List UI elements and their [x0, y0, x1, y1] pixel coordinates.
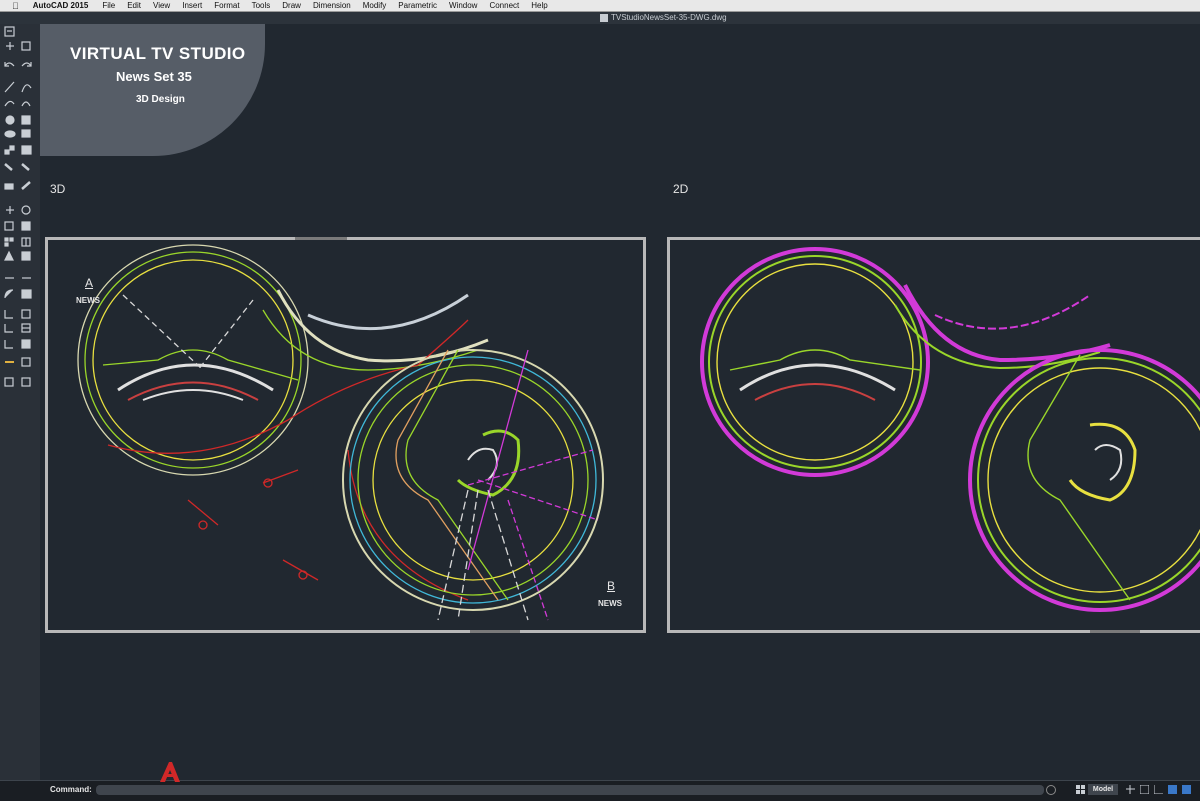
redo-icon[interactable]: [21, 62, 32, 67]
polar-icon[interactable]: [1168, 785, 1177, 794]
undo-icon[interactable]: [4, 62, 15, 67]
scale-tool-icon[interactable]: [21, 251, 31, 261]
arc-tool-icon[interactable]: [21, 84, 32, 93]
menu-file[interactable]: File: [102, 1, 115, 10]
move-tool-icon[interactable]: [6, 206, 14, 214]
menu-modify[interactable]: Modify: [363, 1, 387, 10]
menu-insert[interactable]: Insert: [182, 1, 202, 10]
array-tool-icon[interactable]: [4, 237, 14, 247]
menu-format[interactable]: Format: [214, 1, 239, 10]
model-tab[interactable]: Model: [1088, 784, 1118, 795]
sphere-tool-icon[interactable]: [5, 115, 15, 125]
marker-a-label: NEWS: [76, 296, 100, 305]
plan-drawing-2d: [700, 247, 1200, 612]
viewport-2d-bottom-tab: [1090, 630, 1140, 633]
layout-grid-icon[interactable]: [1076, 785, 1085, 794]
menu-connect[interactable]: Connect: [489, 1, 519, 10]
viewport-3d[interactable]: A NEWS B NEWS: [45, 237, 646, 633]
menu-tools[interactable]: Tools: [252, 1, 271, 10]
box-tool-icon[interactable]: [21, 129, 31, 138]
view-label-3d: 3D: [50, 182, 66, 196]
mirror-tool-icon[interactable]: [21, 221, 31, 231]
cone-tool-icon[interactable]: [4, 250, 14, 261]
wedge-tool-icon[interactable]: [21, 145, 32, 155]
chamfer-tool-icon[interactable]: [21, 289, 32, 299]
fill-tool-icon[interactable]: [21, 163, 30, 171]
overlay-title: VIRTUAL TV STUDIO: [70, 44, 246, 63]
document-tab[interactable]: TVStudioNewsSet-35-DWG.dwg: [600, 13, 727, 22]
overlay-tagline: 3D Design: [136, 94, 185, 105]
block-tool-icon[interactable]: [21, 309, 31, 319]
table-tool-icon[interactable]: [21, 323, 31, 333]
menu-bar:  AutoCAD 2015 File Edit View Insert For…: [0, 0, 1200, 12]
command-label: Command:: [50, 785, 92, 794]
overlay-subtitle: News Set 35: [116, 69, 192, 84]
viewport-2d[interactable]: [667, 237, 1200, 633]
select-tool-icon[interactable]: [4, 26, 15, 37]
drawing-area[interactable]: VIRTUAL TV STUDIO News Set 35 3D Design …: [40, 24, 1200, 780]
marker-b-letter: B: [607, 579, 616, 593]
menu-dimension[interactable]: Dimension: [313, 1, 351, 10]
grid-tool-icon[interactable]: [21, 237, 31, 247]
surface-tool-icon[interactable]: [21, 115, 31, 125]
tool-palette-icons: [4, 26, 32, 387]
rotate-tool-icon[interactable]: [21, 205, 31, 215]
menu-help[interactable]: Help: [531, 1, 547, 10]
pyramid-tool-icon[interactable]: [4, 145, 15, 155]
ellipse-tool-icon[interactable]: [4, 130, 16, 138]
spline-tool-icon[interactable]: [21, 101, 31, 107]
document-title: TVStudioNewsSet-35-DWG.dwg: [611, 13, 727, 22]
command-history-icon[interactable]: [1046, 785, 1056, 795]
marker-a-letter: A: [85, 276, 94, 290]
trim-tool-icon[interactable]: [21, 181, 31, 190]
view-tool-icon[interactable]: [4, 377, 14, 387]
viewport-3d-bottom-tab: [470, 630, 520, 633]
snap-icon[interactable]: [1126, 785, 1135, 794]
osnap-icon[interactable]: [1182, 785, 1191, 794]
command-input[interactable]: [96, 785, 1044, 795]
menu-parametric[interactable]: Parametric: [398, 1, 437, 10]
line-tool-icon[interactable]: [4, 81, 15, 93]
dwg-file-icon: [600, 13, 608, 22]
properties-tool-icon[interactable]: [21, 377, 31, 387]
tool-palette: [0, 24, 41, 780]
measure-tool-icon[interactable]: [4, 324, 13, 333]
eraser-tool-icon[interactable]: [4, 183, 14, 190]
paint-tool-icon[interactable]: [4, 163, 13, 171]
ortho-icon[interactable]: [1154, 785, 1163, 794]
app-name[interactable]: AutoCAD 2015: [33, 1, 89, 10]
point-tool-icon[interactable]: [6, 42, 14, 50]
print-tool-icon[interactable]: [21, 357, 31, 367]
apple-icon[interactable]: : [12, 1, 19, 11]
view-label-2d: 2D: [673, 182, 689, 196]
polyline-tool-icon[interactable]: [4, 100, 15, 107]
plan-drawing-3d: [77, 244, 604, 621]
menu-draw[interactable]: Draw: [282, 1, 301, 10]
fillet-tool-icon[interactable]: [4, 289, 14, 299]
hatch-tool-icon[interactable]: [21, 339, 31, 349]
menu-window[interactable]: Window: [449, 1, 477, 10]
autocad-logo-icon: [160, 762, 180, 782]
grid-display-icon[interactable]: [1140, 785, 1149, 794]
layer-tool-icon[interactable]: [21, 41, 31, 51]
copy-tool-icon[interactable]: [4, 221, 14, 231]
menu-view[interactable]: View: [153, 1, 170, 10]
marker-b-label: NEWS: [598, 599, 622, 608]
ucs-tool-icon[interactable]: [4, 310, 13, 319]
menu-edit[interactable]: Edit: [127, 1, 141, 10]
text-tool-icon[interactable]: [4, 340, 13, 349]
